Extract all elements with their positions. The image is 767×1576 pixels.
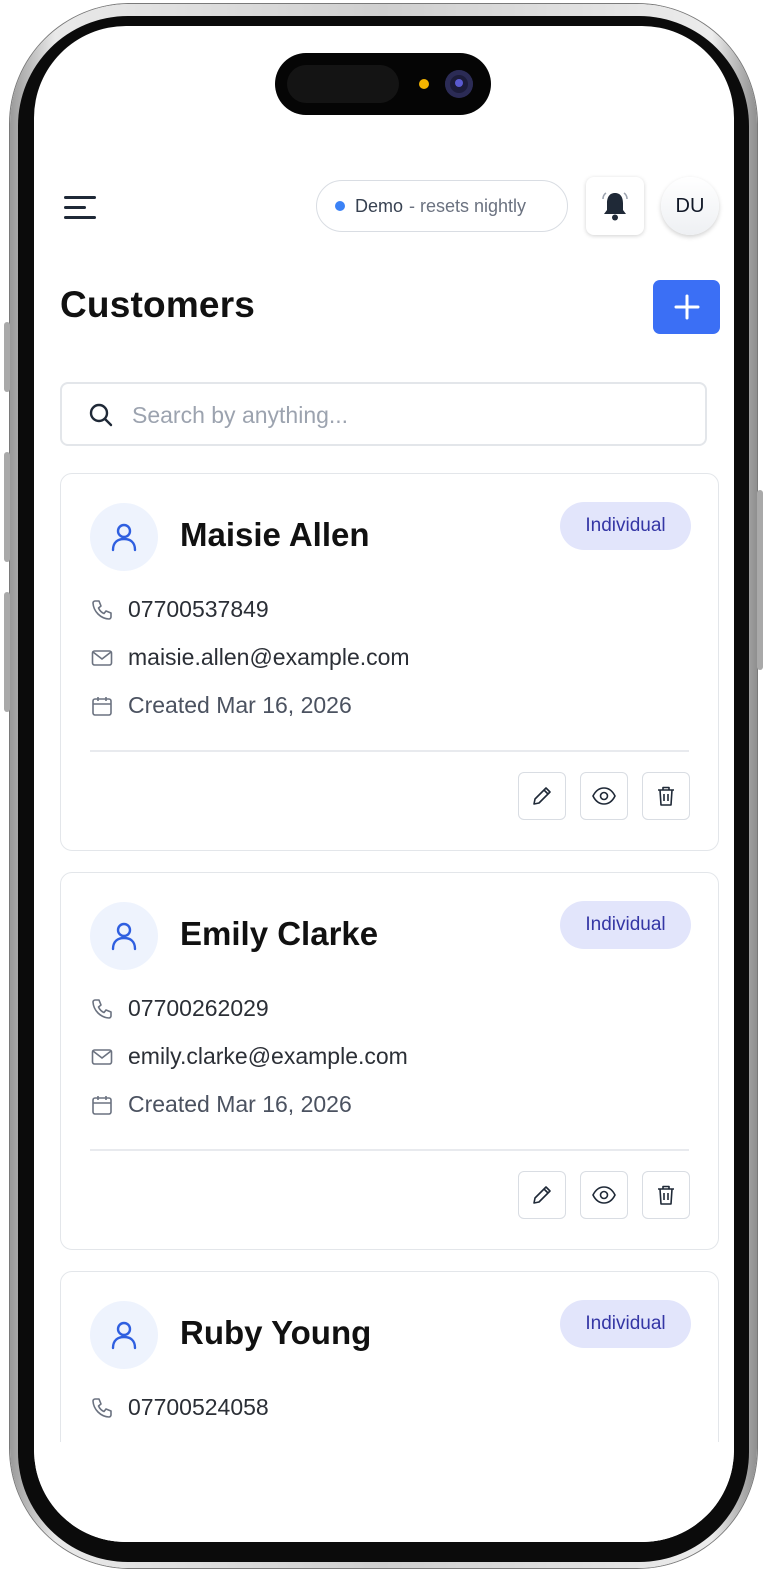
customer-card: Emily Clarke Individual 07700262029 emil… (60, 872, 719, 1250)
created-row: Created Mar 16, 2026 (90, 1091, 352, 1118)
phone-side-button (4, 322, 10, 392)
customer-avatar (90, 902, 158, 970)
phone-row: 07700524058 (90, 1394, 269, 1421)
search-input[interactable] (130, 396, 674, 434)
edit-button[interactable] (518, 772, 566, 820)
pencil-icon (533, 787, 551, 805)
customer-created: Created Mar 16, 2026 (128, 1091, 352, 1117)
user-icon (111, 922, 137, 951)
phone-icon (90, 997, 114, 1021)
phone-side-button (4, 452, 10, 562)
demo-subtitle: - resets nightly (409, 195, 527, 216)
customer-name[interactable]: Emily Clarke (180, 915, 378, 953)
bottom-safe-area (34, 1442, 734, 1542)
menu-icon[interactable] (64, 194, 98, 222)
edit-button[interactable] (518, 1171, 566, 1219)
customer-email: maisie.allen@example.com (128, 644, 410, 670)
demo-badge: Demo - resets nightly (316, 180, 568, 232)
user-icon (111, 1321, 137, 1350)
add-customer-button[interactable] (653, 280, 720, 334)
customer-phone: 07700537849 (128, 596, 269, 622)
customer-avatar (90, 503, 158, 571)
pencil-icon (533, 1186, 551, 1204)
created-row: Created Mar 16, 2026 (90, 692, 352, 719)
mail-icon (90, 1045, 114, 1069)
customer-phone: 07700262029 (128, 995, 269, 1021)
calendar-icon (90, 1093, 114, 1117)
customer-type-badge: Individual (560, 901, 691, 949)
phone-row: 07700537849 (90, 596, 269, 623)
eye-icon (592, 1186, 616, 1204)
search-box (60, 382, 707, 446)
bell-icon (602, 192, 628, 221)
email-row: maisie.allen@example.com (90, 644, 410, 671)
app-screen: Demo - resets nightly DU Customers Searc… (34, 26, 734, 1542)
delete-button[interactable] (642, 1171, 690, 1219)
customer-name[interactable]: Maisie Allen (180, 516, 370, 554)
trash-icon (658, 786, 674, 806)
customer-card: Maisie Allen Individual 07700537849 mais… (60, 473, 719, 851)
card-divider (90, 1149, 689, 1151)
delete-button[interactable] (642, 772, 690, 820)
status-dot-icon (335, 201, 345, 211)
customer-name[interactable]: Ruby Young (180, 1314, 371, 1352)
customer-avatar (90, 1301, 158, 1369)
phone-power-button (757, 490, 763, 670)
customer-type-badge: Individual (560, 1300, 691, 1348)
view-button[interactable] (580, 1171, 628, 1219)
dynamic-island (275, 53, 491, 115)
view-button[interactable] (580, 772, 628, 820)
customer-type-badge: Individual (560, 502, 691, 550)
page-title: Customers (60, 284, 256, 325)
eye-icon (592, 787, 616, 805)
phone-icon (90, 1396, 114, 1420)
demo-label: Demo (355, 195, 404, 216)
email-row: emily.clarke@example.com (90, 1043, 408, 1070)
trash-icon (658, 1185, 674, 1205)
customer-created: Created Mar 16, 2026 (128, 692, 352, 718)
customer-phone: 07700524058 (128, 1394, 269, 1420)
calendar-icon (90, 694, 114, 718)
phone-side-button (4, 592, 10, 712)
search-icon (89, 403, 113, 427)
mail-icon (90, 646, 114, 670)
card-divider (90, 750, 689, 752)
phone-row: 07700262029 (90, 995, 269, 1022)
user-avatar[interactable]: DU (661, 177, 719, 235)
user-icon (111, 523, 137, 552)
phone-icon (90, 598, 114, 622)
plus-icon (674, 294, 699, 320)
customer-email: emily.clarke@example.com (128, 1043, 408, 1069)
notifications-button[interactable] (586, 177, 644, 235)
